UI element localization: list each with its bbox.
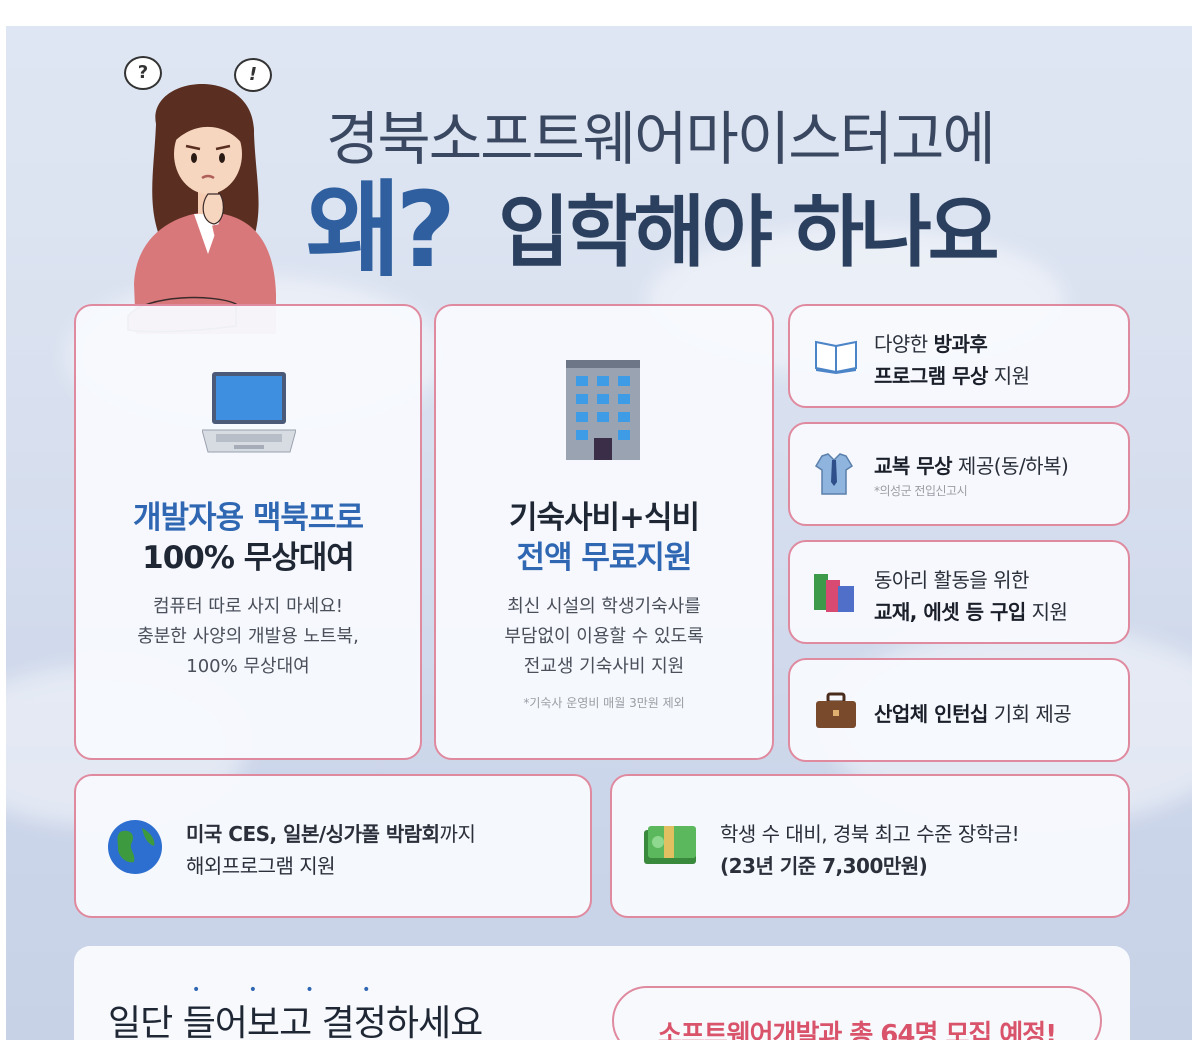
- overseas-line-2: 해외프로그램 지원: [186, 854, 336, 878]
- briefcase-icon: [816, 692, 856, 728]
- intern-card: 산업체 인턴십 기회 제공: [788, 658, 1130, 762]
- title-line-2: 입학해야 하나요: [498, 188, 999, 278]
- recruit-badge: 소프트웨어개발과 총 64명 모집 예정!: [612, 986, 1102, 1040]
- bottom-heading: 일단 들어보고 결정하세요: [108, 994, 483, 1040]
- afterschool-line-1: 다양한 방과후: [874, 328, 988, 357]
- globe-icon: [108, 820, 162, 874]
- laptop-icon: [202, 372, 296, 453]
- dorm-body-line: 최신 시설의 학생기숙사를: [507, 596, 701, 617]
- club-line-2: 교재, 에셋 등 구입 지원: [874, 596, 1068, 625]
- afterschool-line-2: 프로그램 무상 지원: [874, 360, 1030, 389]
- title-why: 왜?: [306, 169, 456, 291]
- dorm-card: 기숙사비+식비 전액 무료지원 최신 시설의 학생기숙사를 부담없이 이용할 수…: [434, 304, 774, 760]
- macbook-heading-blue: 개발자용 맥북프로: [133, 500, 364, 536]
- dorm-note: *기숙사 운영비 매월 3만원 제외: [523, 696, 685, 710]
- thinking-woman-illustration: [127, 84, 276, 334]
- overseas-line-1: 미국 CES, 일본/싱가폴 박람회까지: [186, 818, 476, 847]
- club-text: 지원: [1025, 600, 1068, 624]
- intern-text: 기회 제공: [987, 702, 1072, 726]
- afterschool-text-bold: 방과후: [933, 332, 988, 356]
- shirt-icon: [814, 453, 854, 495]
- money-icon: [644, 826, 696, 864]
- dorm-body: 최신 시설의 학생기숙사를 부담없이 이용할 수 있도록 전교생 기숙사비 지원: [436, 592, 772, 682]
- macbook-body-line: 컴퓨터 따로 사지 마세요!: [153, 596, 343, 617]
- exclamation-bubble-icon: !: [234, 58, 272, 92]
- macbook-body-line: 100% 무상대여: [186, 656, 310, 677]
- intern-text-bold: 산업체 인턴십: [874, 702, 988, 726]
- bottom-heading-part: 일단: [108, 1003, 183, 1040]
- question-bubble-icon: ?: [124, 56, 162, 90]
- club-card: 동아리 활동을 위한 교재, 에셋 등 구입 지원: [788, 540, 1130, 644]
- afterschool-text: 지원: [987, 364, 1030, 388]
- bottom-heading-part: 고 결정하세요: [279, 1003, 483, 1040]
- club-line-1: 동아리 활동을 위한: [874, 568, 1029, 592]
- bottom-panel: 일단 들어보고 결정하세요 • • • • 소프트웨어개발과 총 64명 모집 …: [74, 946, 1130, 1040]
- title-line-1: 경북소프트웨어마이스터고에: [326, 105, 996, 173]
- emphasis-dots: • • • •: [192, 982, 393, 998]
- scholarship-card: 학생 수 대비, 경북 최고 수준 장학금! (23년 기준 7,300만원): [610, 774, 1130, 918]
- book-icon: [815, 340, 857, 374]
- macbook-heading-dark: 100% 무상대여: [142, 540, 355, 576]
- dorm-heading-blue: 전액 무료지원: [516, 540, 693, 576]
- overseas-text-bold: 미국 CES, 일본/싱가폴 박람회: [186, 822, 440, 846]
- uniform-text: 제공(동/하복): [952, 454, 1069, 478]
- club-text-bold: 교재, 에셋 등 구입: [874, 600, 1026, 624]
- afterschool-card: 다양한 방과후 프로그램 무상 지원: [788, 304, 1130, 408]
- scholarship-line-1: 학생 수 대비, 경북 최고 수준 장학금!: [720, 822, 1020, 846]
- uniform-note: *의성군 전입신고시: [874, 484, 968, 498]
- dorm-heading-dark: 기숙사비+식비: [508, 500, 700, 536]
- building-icon: [566, 360, 640, 460]
- exclamation-mark: !: [248, 64, 258, 85]
- dorm-body-line: 부담없이 이용할 수 있도록: [504, 626, 704, 647]
- afterschool-text: 다양한: [874, 332, 934, 356]
- uniform-line-1: 교복 무상 제공(동/하복): [874, 450, 1069, 479]
- overseas-card: 미국 CES, 일본/싱가폴 박람회까지 해외프로그램 지원: [74, 774, 592, 918]
- bottom-heading-emphasis: 들어보: [182, 1003, 280, 1040]
- poster: ? ! 경북소프트웨어마이스터고에 왜? 입학해야 하나요 개발자용 맥북프로 …: [6, 26, 1192, 1040]
- overseas-text: 까지: [439, 822, 476, 846]
- uniform-text-bold: 교복 무상: [874, 454, 953, 478]
- scholarship-line-2: (23년 기준 7,300만원): [720, 854, 928, 878]
- question-mark: ?: [137, 62, 149, 83]
- recruit-text: 소프트웨어개발과 총 64명 모집 예정!: [657, 1020, 1057, 1040]
- uniform-card: 교복 무상 제공(동/하복) *의성군 전입신고시: [788, 422, 1130, 526]
- dorm-body-line: 전교생 기숙사비 지원: [523, 656, 685, 677]
- afterschool-text-bold: 프로그램 무상: [874, 364, 988, 388]
- books-stack-icon: [814, 574, 854, 612]
- intern-line-1: 산업체 인턴십 기회 제공: [874, 698, 1072, 727]
- macbook-card: 개발자용 맥북프로 100% 무상대여 컴퓨터 따로 사지 마세요! 충분한 사…: [74, 304, 422, 760]
- macbook-body: 컴퓨터 따로 사지 마세요! 충분한 사양의 개발용 노트북, 100% 무상대…: [76, 592, 420, 682]
- macbook-body-line: 충분한 사양의 개발용 노트북,: [137, 626, 359, 647]
